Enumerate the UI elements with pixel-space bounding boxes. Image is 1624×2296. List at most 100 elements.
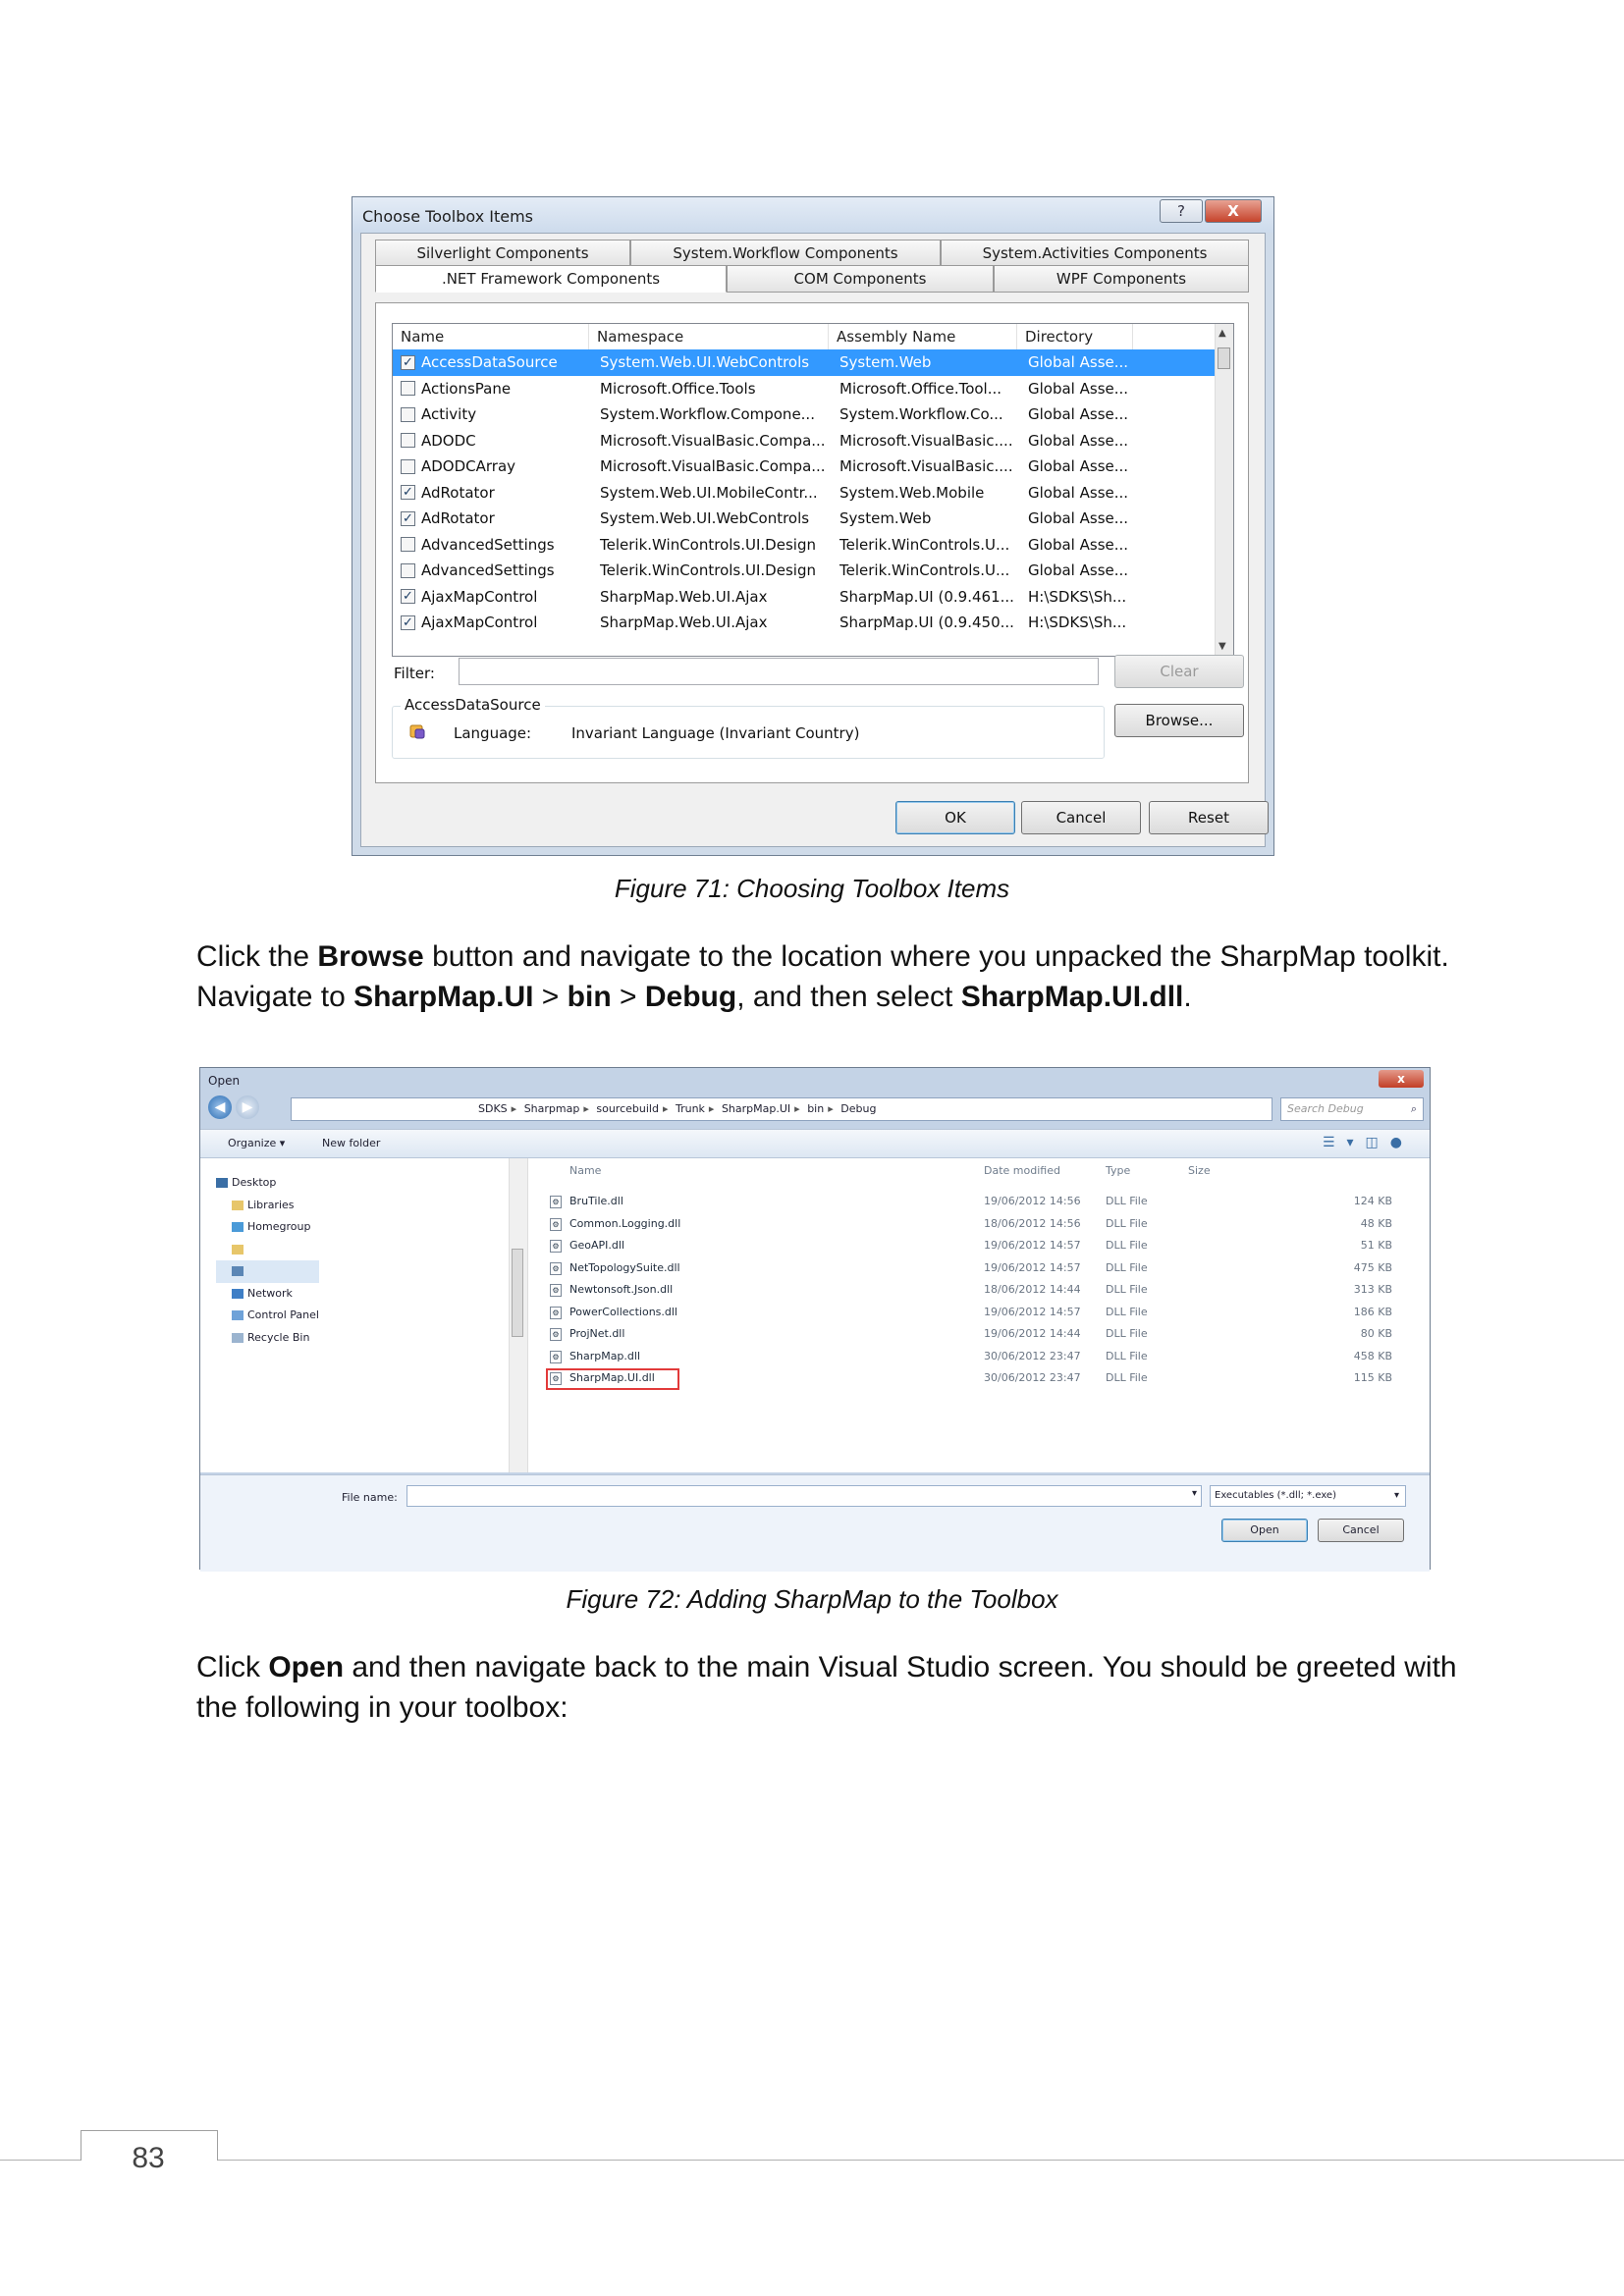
file-row-highlighted[interactable]: ⚙ SharpMap.UI.dll 30/06/2012 23:47 DLL File…: [528, 1368, 1430, 1390]
row-assembly: System.Web.Mobile: [839, 483, 985, 502]
tree-item-homegroup[interactable]: Homegroup: [216, 1216, 319, 1239]
scroll-thumb[interactable]: [512, 1249, 523, 1337]
row-checkbox[interactable]: [401, 458, 415, 474]
column-name[interactable]: Name: [569, 1164, 601, 1177]
search-icon[interactable]: ⌕: [1411, 1098, 1417, 1120]
column-header-namespace[interactable]: Namespace: [589, 324, 829, 349]
row-directory: Global Asse...: [1028, 353, 1129, 372]
tab-net-framework[interactable]: .NET Framework Components: [375, 265, 727, 293]
column-header-directory[interactable]: Directory: [1017, 324, 1133, 349]
dll-file-icon: ⚙: [550, 1240, 562, 1253]
view-options-icon[interactable]: ☰▾◫●: [1323, 1135, 1414, 1150]
file-row[interactable]: ⚙ SharpMap.dll 30/06/2012 23:47 DLL File 458…: [528, 1347, 1430, 1368]
list-row[interactable]: ✓ AdRotator System.Web.UI.WebControls Sy…: [393, 506, 1218, 532]
tab-system-activities[interactable]: System.Activities Components: [941, 240, 1249, 267]
reset-button[interactable]: Reset: [1149, 801, 1269, 834]
tree-item-control-panel[interactable]: Control Panel: [216, 1305, 319, 1327]
chevron-down-icon[interactable]: ▾: [1394, 1486, 1399, 1506]
organize-menu[interactable]: Organize ▾: [228, 1137, 285, 1149]
row-checkbox[interactable]: [401, 537, 415, 553]
column-size[interactable]: Size: [1188, 1164, 1211, 1177]
row-checkbox[interactable]: ✓: [401, 510, 415, 526]
breadcrumb-item[interactable]: SharpMap.UI: [722, 1102, 790, 1115]
file-type-select[interactable]: Executables (*.dll; *.exe) ▾: [1210, 1485, 1406, 1507]
row-name: AdvancedSettings: [421, 561, 555, 580]
file-row[interactable]: ⚙ BruTile.dll 19/06/2012 14:56 DLL File 124 …: [528, 1192, 1430, 1213]
list-row[interactable]: ✓ AjaxMapControl SharpMap.Web.UI.Ajax Sh…: [393, 584, 1218, 611]
list-row[interactable]: ✓ AccessDataSource System.Web.UI.WebCont…: [393, 349, 1218, 376]
column-date-modified[interactable]: Date modified: [984, 1164, 1060, 1177]
tree-item-user[interactable]: [216, 1239, 319, 1261]
back-arrow-icon[interactable]: ◀: [208, 1095, 232, 1119]
row-assembly: Microsoft.VisualBasic....: [839, 457, 1013, 476]
tree-item-network[interactable]: Network: [216, 1283, 319, 1306]
row-checkbox[interactable]: ✓: [401, 485, 415, 501]
clear-button[interactable]: Clear: [1114, 655, 1244, 688]
open-button[interactable]: Open: [1221, 1519, 1308, 1542]
breadcrumb-item[interactable]: bin: [807, 1102, 824, 1115]
help-button[interactable]: ?: [1160, 199, 1203, 223]
row-checkbox[interactable]: [401, 406, 415, 422]
breadcrumb-item[interactable]: Trunk: [676, 1102, 705, 1115]
nav-pane-scrollbar[interactable]: [509, 1158, 528, 1472]
scroll-up-icon[interactable]: ▲: [1218, 328, 1226, 339]
list-row[interactable]: AdvancedSettings Telerik.WinControls.UI.…: [393, 558, 1218, 584]
list-row[interactable]: ✓ AjaxMapControl SharpMap.Web.UI.Ajax Sh…: [393, 610, 1218, 636]
tree-item-libraries[interactable]: Libraries: [216, 1195, 319, 1217]
breadcrumb-item[interactable]: SDKS: [478, 1102, 508, 1115]
browse-button[interactable]: Browse...: [1114, 704, 1244, 737]
file-name-input[interactable]: ▾: [406, 1485, 1202, 1507]
row-checkbox[interactable]: ✓: [401, 354, 415, 370]
file-row[interactable]: ⚙ Common.Logging.dll 18/06/2012 14:56 DLL F…: [528, 1214, 1430, 1236]
row-checkbox[interactable]: ✓: [401, 589, 415, 605]
list-row[interactable]: Activity System.Workflow.Compone... Syst…: [393, 401, 1218, 428]
row-checkbox[interactable]: [401, 381, 415, 397]
open-close-button[interactable]: x: [1379, 1070, 1424, 1088]
breadcrumb-item[interactable]: sourcebuild: [596, 1102, 659, 1115]
scroll-down-icon[interactable]: ▼: [1218, 641, 1226, 652]
row-checkbox[interactable]: [401, 562, 415, 578]
filter-input[interactable]: [459, 658, 1099, 685]
cancel-button[interactable]: Cancel: [1021, 801, 1141, 834]
components-list[interactable]: Name Namespace Assembly Name Directory ✓…: [392, 323, 1234, 657]
ok-button[interactable]: OK: [895, 801, 1015, 834]
row-checkbox[interactable]: ✓: [401, 614, 415, 630]
file-row[interactable]: ⚙ NetTopologySuite.dll 19/06/2012 14:57 DLL…: [528, 1258, 1430, 1280]
list-row[interactable]: ADODC Microsoft.VisualBasic.Compa... Mic…: [393, 428, 1218, 454]
chevron-down-icon[interactable]: ▾: [1192, 1488, 1197, 1499]
file-date: 18/06/2012 14:44: [984, 1283, 1081, 1296]
scroll-thumb[interactable]: [1218, 347, 1230, 369]
address-bar[interactable]: SDKS ▸ Sharpmap ▸ sourcebuild ▸ Trunk ▸ Shar…: [291, 1097, 1272, 1121]
file-row[interactable]: ⚙ ProjNet.dll 19/06/2012 14:44 DLL File 80 K…: [528, 1324, 1430, 1346]
open-cancel-button[interactable]: Cancel: [1318, 1519, 1404, 1542]
file-row[interactable]: ⚙ GeoAPI.dll 19/06/2012 14:57 DLL File 51 KB: [528, 1236, 1430, 1257]
list-row[interactable]: ✓ AdRotator System.Web.UI.MobileContr...…: [393, 480, 1218, 507]
new-folder-button[interactable]: New folder: [322, 1137, 380, 1149]
file-row[interactable]: ⚙ Newtonsoft.Json.dll 18/06/2012 14:44 DLL …: [528, 1280, 1430, 1302]
column-type[interactable]: Type: [1106, 1164, 1130, 1177]
breadcrumb-item[interactable]: Sharpmap: [524, 1102, 580, 1115]
breadcrumb-item[interactable]: Debug: [840, 1102, 876, 1115]
tree-item-recycle-bin[interactable]: Recycle Bin: [216, 1327, 319, 1350]
tab-silverlight[interactable]: Silverlight Components: [375, 240, 630, 267]
p1-text: , and then select: [736, 981, 961, 1013]
file-name: Newtonsoft.Json.dll: [569, 1283, 674, 1296]
tab-com[interactable]: COM Components: [727, 265, 994, 293]
tree-item-desktop[interactable]: Desktop: [216, 1172, 319, 1195]
list-row[interactable]: AdvancedSettings Telerik.WinControls.UI.…: [393, 532, 1218, 559]
file-row[interactable]: ⚙ PowerCollections.dll 19/06/2012 14:57 DLL…: [528, 1303, 1430, 1324]
row-directory: Global Asse...: [1028, 405, 1129, 424]
list-scrollbar[interactable]: ▲ ▼: [1215, 324, 1233, 656]
tab-system-workflow[interactable]: System.Workflow Components: [630, 240, 941, 267]
row-checkbox[interactable]: [401, 433, 415, 449]
list-row[interactable]: ADODCArray Microsoft.VisualBasic.Compa..…: [393, 454, 1218, 480]
column-header-assembly[interactable]: Assembly Name: [829, 324, 1017, 349]
tree-item-computer[interactable]: [216, 1260, 319, 1283]
column-header-name[interactable]: Name: [393, 324, 589, 349]
search-input[interactable]: Search Debug ⌕: [1280, 1097, 1424, 1121]
tab-wpf[interactable]: WPF Components: [994, 265, 1249, 293]
command-bar: Organize ▾ New folder ☰▾◫●: [200, 1129, 1430, 1158]
close-button[interactable]: X: [1205, 199, 1262, 223]
list-row[interactable]: ActionsPane Microsoft.Office.Tools Micro…: [393, 376, 1218, 402]
forward-arrow-icon[interactable]: ▶: [236, 1095, 259, 1119]
